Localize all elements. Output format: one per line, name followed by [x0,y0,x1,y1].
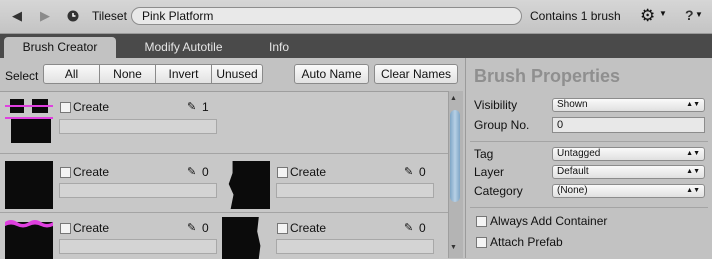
scroll-down-icon[interactable]: ▼ [450,244,457,251]
auto-name-button[interactable]: Auto Name [294,64,369,84]
select-arrows-icon: ▲▼ [686,168,700,175]
select-none-button[interactable]: None [99,64,156,84]
create-checkbox[interactable] [277,223,288,234]
category-value: (None) [557,185,588,196]
select-bar: Select All None Invert Unused Auto Name … [0,58,462,90]
back-arrow-icon[interactable]: ◀ [6,6,28,26]
row-divider [0,153,448,154]
tag-select[interactable]: Untagged ▲▼ [552,147,705,161]
layer-select[interactable]: Default ▲▼ [552,165,705,179]
tileset-label: Tileset [92,9,127,23]
select-label: Select [5,69,39,83]
brush-name-field[interactable] [276,183,434,198]
visibility-select[interactable]: Shown ▲▼ [552,98,705,112]
create-checkbox[interactable] [60,102,71,113]
brush-count-text: Contains 1 brush [530,9,621,23]
brush-name-field[interactable] [59,119,217,134]
create-label: Create [73,221,110,235]
gear-icon[interactable]: ⚙ [640,6,655,26]
panel-title: Brush Properties [474,66,621,86]
layer-value: Default [557,166,589,177]
brush-list: Create ✎ 1 Create ✎ 0 Create ✎ 0 Create … [0,91,448,259]
usage-count: 0 [419,221,426,235]
tag-label: Tag [474,147,494,161]
pin-icon: ✎ [187,222,197,234]
brush-creator-panel: Select All None Invert Unused Auto Name … [0,58,463,259]
create-label: Create [290,221,327,235]
brush-name-field[interactable] [59,239,217,254]
usage-count: 0 [202,221,209,235]
usage-count: 0 [202,165,209,179]
create-checkbox[interactable] [277,167,288,178]
section-divider [470,141,708,142]
brush-preview [5,99,53,143]
attach-prefab-label: Attach Prefab [490,235,563,249]
tileset-field[interactable]: Pink Platform [131,7,522,25]
tag-value: Untagged [557,148,601,159]
category-label: Category [474,184,523,198]
toolbar: ◀ ▶ Tileset Pink Platform Contains 1 bru… [0,0,712,34]
tab-strip: Brush Creator Modify Autotile Info [0,34,712,58]
create-label: Create [73,100,110,114]
attach-prefab-checkbox[interactable] [476,237,487,248]
select-arrows-icon: ▲▼ [686,187,700,194]
brush-properties-panel: Brush Properties Visibility Shown ▲▼ Gro… [465,58,712,258]
forward-arrow-icon[interactable]: ▶ [34,6,56,26]
group-number-field[interactable]: 0 [552,117,705,133]
row-divider [0,212,448,213]
brush-preview [222,217,261,259]
always-add-container-label: Always Add Container [490,214,608,228]
brush-name-field[interactable] [276,239,434,254]
usage-count: 0 [419,165,426,179]
tab-brush-creator[interactable]: Brush Creator [4,37,116,58]
visibility-value: Shown [557,99,588,110]
category-select[interactable]: (None) ▲▼ [552,184,705,198]
scroll-up-icon[interactable]: ▲ [450,95,457,102]
brush-name-field[interactable] [59,183,217,198]
scrollbar-thumb[interactable] [450,110,460,202]
brush-preview [228,161,270,209]
create-checkbox[interactable] [60,167,71,178]
tab-info[interactable]: Info [248,37,310,58]
clear-names-button[interactable]: Clear Names [374,64,458,84]
select-arrows-icon: ▲▼ [686,101,700,108]
pin-icon: ✎ [187,166,197,178]
group-number-label: Group No. [474,118,530,132]
chevron-down-icon[interactable]: ▼ [659,9,667,18]
history-clock-icon[interactable] [62,6,84,26]
select-invert-button[interactable]: Invert [155,64,212,84]
visibility-label: Visibility [474,98,518,112]
always-add-container-checkbox[interactable] [476,216,487,227]
layer-label: Layer [474,165,505,179]
pin-icon: ✎ [404,222,414,234]
tab-modify-autotile[interactable]: Modify Autotile [126,37,241,58]
select-unused-button[interactable]: Unused [211,64,263,84]
usage-count: 1 [202,100,209,114]
pin-icon: ✎ [404,166,414,178]
select-arrows-icon: ▲▼ [686,150,700,157]
section-divider [470,207,708,208]
pin-icon: ✎ [187,101,197,113]
chevron-down-icon[interactable]: ▼ [695,10,703,19]
create-label: Create [290,165,327,179]
brush-preview [5,220,53,259]
help-button[interactable]: ? [685,7,694,23]
select-all-button[interactable]: All [43,64,100,84]
brush-preview [5,161,53,209]
create-label: Create [73,165,110,179]
create-checkbox[interactable] [60,223,71,234]
